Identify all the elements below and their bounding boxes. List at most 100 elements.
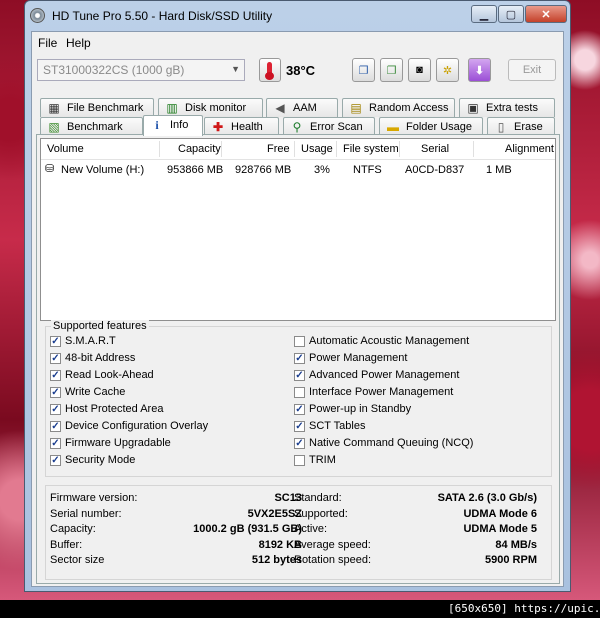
feature-label: 48-bit Address [65,352,136,364]
checkmark-icon: ✓ [294,421,305,432]
info-label: Supported: [294,507,348,520]
window-title: HD Tune Pro 5.50 - Hard Disk/SSD Utility [52,9,273,23]
info-label: Serial number: [50,507,122,520]
save-down-arrow-icon: ⬇ [474,64,485,77]
feature-label: SCT Tables [309,420,366,432]
tab-label: Disk monitor [185,102,247,114]
feature-label: Read Look-Ahead [65,369,154,381]
menu-file[interactable]: File [38,36,57,50]
empty-checkbox-icon [294,336,305,347]
volume-list[interactable]: Volume Capacity Free Usage File system S… [40,138,556,321]
tab-label: Erase [514,121,543,133]
menu-help[interactable]: Help [66,36,91,50]
thermometer-icon [259,58,281,82]
checkmark-icon: ✓ [50,438,61,449]
column-header-usage[interactable]: Usage [301,143,333,155]
info-label: Firmware version: [50,492,138,504]
feature-label: Host Protected Area [65,403,164,415]
menu-bar: File Help [32,32,563,54]
feature-label: Automatic Acoustic Management [309,335,470,347]
column-header-serial[interactable]: Serial [421,143,449,155]
feature-label: S.M.A.R.T [65,335,116,347]
column-header-volume[interactable]: Volume [47,143,84,155]
info-value: UDMA Mode 5 [463,523,537,535]
checkmark-icon: ✓ [50,404,61,415]
magnifier-icon: ⚲ [292,120,302,134]
copy-text-icon: ❐ [358,64,369,77]
disk-monitor-icon: ▥ [166,101,178,115]
screenshot-button[interactable]: ◙ [408,58,431,82]
speaker-icon: ◀ [275,101,285,115]
info-panel: Volume Capacity Free Usage File system S… [36,134,560,584]
copy-info-icon: ❐ [386,64,397,77]
tab-label: Health [231,121,263,133]
info-label: Rotation speed: [294,554,372,566]
feature-label: Firmware Upgradable [65,437,171,449]
cell-alignment: 1 MB [486,164,512,176]
options-icon: ✲ [442,64,453,77]
cell-free: 928766 MB [235,164,292,176]
checkmark-icon: ✓ [50,370,61,381]
cell-volume: New Volume (H:) [61,164,145,176]
save-button[interactable]: ⬇ [468,58,491,82]
info-label: Active: [294,523,328,535]
tab-extra-tests[interactable]: ▣ Extra tests [459,98,555,117]
close-button[interactable]: ✕ [525,5,567,23]
disk-icon [30,8,45,23]
info-label: Buffer: [50,538,83,551]
close-icon: ✕ [541,8,551,21]
minimize-button[interactable]: ▁ [471,5,497,23]
info-value: 5900 RPM [485,554,537,566]
cell-usage: 3% [314,164,330,176]
tab-random-access[interactable]: ▤ Random Access [342,98,455,117]
drive-select-value: ST31000322CS (1000 gB) [43,63,185,77]
info-label: Sector size [50,554,105,566]
checkmark-icon: ✓ [50,336,61,347]
camera-icon: ◙ [416,64,423,76]
checkmark-icon: ✓ [294,404,305,415]
file-benchmark-icon: ▦ [48,101,60,115]
supported-features-legend: Supported features [51,320,149,332]
trash-icon: ▯ [497,120,505,134]
minimize-icon: ▁ [479,8,489,21]
title-bar[interactable]: HD Tune Pro 5.50 - Hard Disk/SSD Utility… [25,1,570,31]
cell-capacity: 953866 MB [167,164,224,176]
info-value: UDMA Mode 6 [463,507,537,520]
info-icon: i [155,118,159,132]
random-access-icon: ▤ [350,101,362,115]
column-header-alignment[interactable]: Alignment [505,143,554,155]
info-value: SATA 2.6 (3.0 Gb/s) [437,492,537,504]
volume-list-header: Volume Capacity Free Usage File system S… [41,139,555,160]
feature-label: Advanced Power Management [309,369,460,381]
tab-aam[interactable]: ◀ AAM [266,98,338,117]
drive-info-group: Firmware version: SC13 Serial number: 5VX2E… [45,485,552,580]
tab-label: Folder Usage [406,121,473,133]
maximize-icon: ▢ [505,8,517,21]
empty-checkbox-icon [294,455,305,466]
info-value: 84 MB/s [495,538,537,551]
copy-text-button[interactable]: ❐ [352,58,375,82]
cell-serial: A0CD-D837 [405,164,465,176]
toolbar: ST31000322CS (1000 gB) ▼ 38°C ❐ ❐ ◙ ✲ ⬇ … [32,54,563,90]
checkmark-icon: ✓ [50,455,61,466]
drive-select[interactable]: ST31000322CS (1000 gB) ▼ [37,59,245,81]
feature-label: Security Mode [65,454,136,466]
column-header-capacity[interactable]: Capacity [178,143,221,155]
health-plus-icon: ✚ [212,120,224,134]
empty-checkbox-icon [294,387,305,398]
options-button[interactable]: ✲ [436,58,459,82]
copy-info-button[interactable]: ❐ [380,58,403,82]
column-header-free[interactable]: Free [267,143,290,155]
feature-label: Write Cache [65,386,126,398]
benchmark-icon: ▧ [48,120,60,134]
checkmark-icon: ✓ [50,353,61,364]
maximize-button[interactable]: ▢ [498,5,524,23]
info-value: 1000.2 gB (931.5 GB) [193,523,302,535]
checkmark-icon: ✓ [294,353,305,364]
tab-label: Benchmark [67,121,123,133]
exit-button[interactable]: Exit [508,59,556,81]
tab-file-benchmark[interactable]: ▦ File Benchmark [40,98,154,117]
chevron-down-icon: ▼ [231,64,240,74]
tab-info[interactable]: i Info [143,115,203,136]
column-header-file-system[interactable]: File system [343,143,399,155]
